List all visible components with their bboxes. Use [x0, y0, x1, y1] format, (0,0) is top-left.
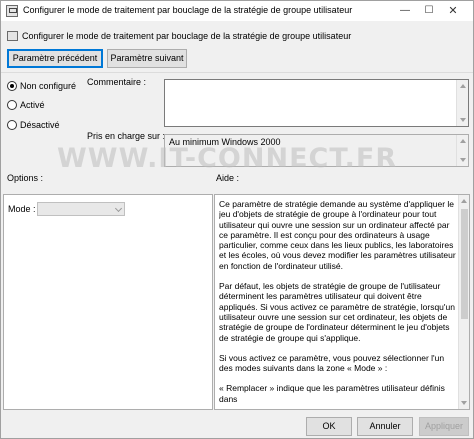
scroll-thumb[interactable] [461, 209, 468, 319]
comment-label: Commentaire : [87, 77, 147, 87]
close-icon[interactable]: ✕ [441, 1, 465, 21]
help-panel: Ce paramètre de stratégie demande au sys… [214, 194, 470, 410]
policy-setting-dialog: Configurer le mode de traitement par bou… [0, 0, 474, 439]
help-scrollbar[interactable] [458, 195, 469, 409]
help-paragraph: Si vous activez ce paramètre, vous pouve… [219, 352, 445, 374]
options-label: Options : [7, 173, 44, 183]
supported-label: Pris en charge sur : [87, 131, 166, 141]
help-paragraph: Par défaut, les objets de stratégie de g… [219, 281, 455, 343]
apply-button[interactable]: Appliquer [419, 417, 469, 436]
supported-scrollbar[interactable] [456, 135, 468, 166]
scroll-down-icon[interactable] [461, 401, 467, 405]
radio-not-configured-label: Non configuré [20, 81, 77, 91]
radio-disabled-label: Désactivé [20, 120, 60, 130]
scroll-up-icon[interactable] [461, 199, 467, 203]
radio-enabled-indicator[interactable] [7, 100, 17, 110]
watermark-text: WWW.IT-CONNECT.FR [57, 143, 398, 174]
policy-icon [6, 5, 18, 17]
help-label: Aide : [216, 173, 240, 183]
mode-label: Mode : [8, 204, 36, 214]
title-bar[interactable]: Configurer le mode de traitement par bou… [1, 1, 473, 21]
chevron-down-icon [114, 204, 123, 213]
maximize-icon[interactable]: ☐ [417, 1, 441, 21]
window-title: Configurer le mode de traitement par bou… [23, 5, 353, 15]
help-paragraph: « Remplacer » indique que les paramètres… [219, 383, 445, 404]
mode-dropdown[interactable] [37, 202, 125, 216]
minimize-icon[interactable]: — [393, 1, 417, 21]
comment-input[interactable] [164, 79, 469, 127]
ok-button[interactable]: OK [306, 417, 352, 436]
scroll-up-icon[interactable] [460, 139, 466, 143]
setting-icon [7, 31, 18, 41]
scroll-down-icon[interactable] [460, 158, 466, 162]
radio-not-configured-indicator[interactable] [7, 81, 17, 91]
previous-setting-button[interactable]: Paramètre précédent [7, 49, 103, 68]
separator [1, 72, 473, 73]
scroll-up-icon[interactable] [460, 84, 466, 88]
comment-scrollbar[interactable] [456, 80, 468, 126]
radio-enabled-label: Activé [20, 100, 45, 110]
options-panel: Mode : [3, 194, 213, 410]
help-paragraph: Ce paramètre de stratégie demande au sys… [219, 199, 456, 271]
radio-disabled-indicator[interactable] [7, 120, 17, 130]
setting-name: Configurer le mode de traitement par bou… [22, 31, 352, 41]
next-setting-button[interactable]: Paramètre suivant [107, 49, 187, 68]
cancel-button[interactable]: Annuler [357, 417, 413, 436]
help-text: Ce paramètre de stratégie demande au sys… [219, 199, 457, 404]
scroll-down-icon[interactable] [460, 118, 466, 122]
